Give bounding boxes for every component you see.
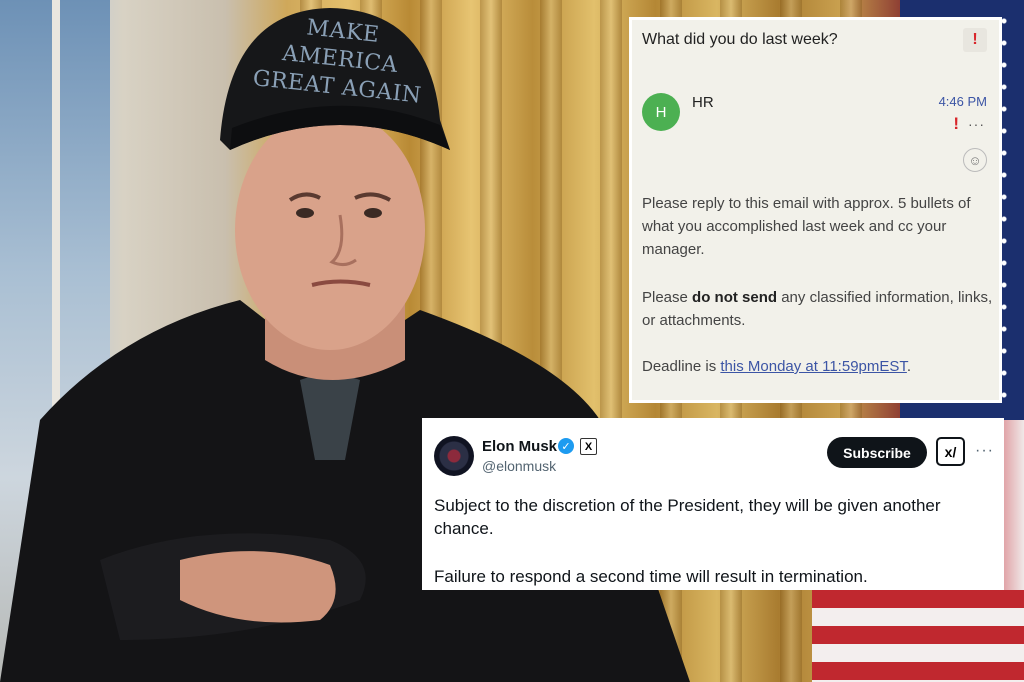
verified-badge-icon: ✓	[558, 438, 574, 454]
subscribe-button[interactable]: Subscribe	[827, 437, 927, 468]
exclamation-icon: !	[972, 31, 978, 48]
email-body-paragraph: Please reply to this email with approx. …	[642, 195, 971, 258]
avatar[interactable]	[434, 436, 474, 476]
email-deadline: Deadline is this Monday at 11:59pmEST.	[642, 358, 912, 375]
more-options-icon[interactable]: ···	[975, 442, 994, 460]
sender-avatar: H	[642, 93, 680, 131]
more-options-icon[interactable]: ···	[968, 116, 985, 132]
deadline-link[interactable]: this Monday at 11:59pmEST	[720, 358, 907, 375]
grok-icon[interactable]: x/	[936, 437, 965, 466]
tweet-text: Failure to respond a second time will re…	[434, 567, 868, 586]
tweet-text: Subject to the discretion of the Preside…	[434, 496, 941, 538]
exclamation-icon: !	[953, 114, 959, 133]
sender-name: HR	[692, 94, 714, 111]
email-time: 4:46 PM	[938, 94, 987, 109]
tweet-screenshot: Elon Musk ✓ X @elonmusk Subscribe x/ ···…	[422, 418, 1004, 590]
emoji-reaction-icon[interactable]: ☺	[963, 148, 987, 172]
author-handle[interactable]: @elonmusk	[482, 458, 556, 474]
author-name[interactable]: Elon Musk	[482, 438, 557, 455]
importance-flag[interactable]: !	[963, 28, 987, 52]
x-affiliation-icon: X	[580, 438, 597, 455]
email-screenshot: What did you do last week? ! H HR 4:46 P…	[629, 17, 1002, 403]
email-body-paragraph: Please do not send any classified inform…	[642, 289, 993, 329]
email-subject: What did you do last week?	[642, 31, 838, 48]
